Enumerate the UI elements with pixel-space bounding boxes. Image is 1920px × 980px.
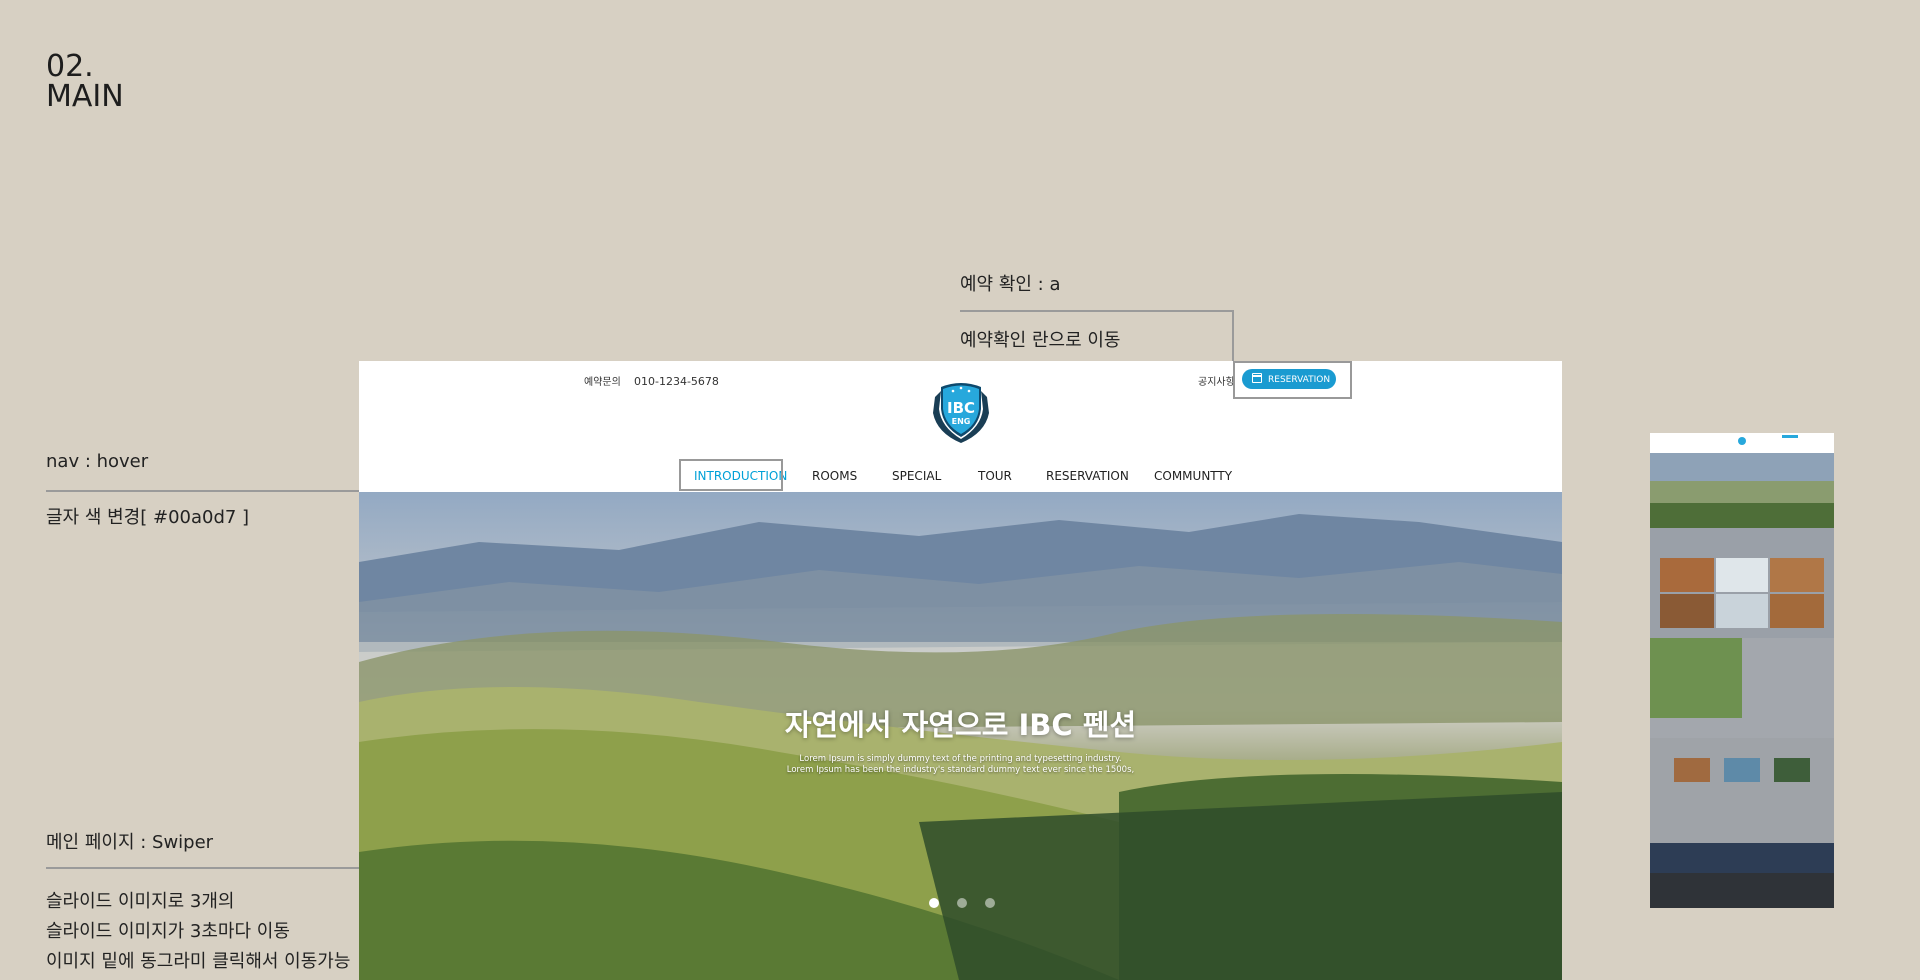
- swiper-note-title: 메인 페이지 : Swiper: [46, 832, 214, 853]
- notice-link[interactable]: 공지사항: [1198, 373, 1235, 388]
- nav-hover-note-desc: 글자 색 변경[ #00a0d7 ]: [46, 507, 250, 528]
- swiper-note-line-1: 슬라이드 이미지로 3개의: [46, 891, 235, 912]
- phone-number: 010-1234-5678: [634, 375, 719, 388]
- nav-item-rooms[interactable]: ROOMS: [812, 469, 857, 483]
- hero-slider[interactable]: 자연에서 자연으로 IBC 펜션 Lorem Ipsum is simply d…: [359, 492, 1562, 980]
- page-title: 02. MAIN: [46, 52, 124, 112]
- reservation-note-connector: [1232, 310, 1234, 362]
- full-page-thumbnail: [1650, 433, 1834, 908]
- slider-pagination: [929, 898, 999, 910]
- nav-item-special[interactable]: SPECIAL: [892, 469, 941, 483]
- site-mockup: 예약문의 010-1234-5678 공지사항 RESERVATION IBC …: [359, 361, 1562, 980]
- slide-dot-1[interactable]: [929, 898, 939, 908]
- hero-title: 자연에서 자연으로 IBC 펜션: [784, 708, 1137, 742]
- nav-item-reservation[interactable]: RESERVATION: [1046, 469, 1129, 483]
- slide-dot-3[interactable]: [985, 898, 995, 908]
- page-number: 02.: [46, 49, 94, 84]
- slide-dot-2[interactable]: [957, 898, 967, 908]
- reservation-note-divider: [960, 310, 1234, 312]
- logo-main-text: IBC: [947, 399, 975, 417]
- nav-hover-highlight: [679, 459, 783, 491]
- main-nav: INTRODUCTION ROOMS SPECIAL TOUR RESERVAT…: [359, 469, 1562, 493]
- hero-subtitle-line-2: Lorem Ipsum has been the industry's stan…: [786, 765, 1135, 775]
- ibc-logo[interactable]: IBC ENG: [929, 379, 993, 443]
- hero-subtitle-line-1: Lorem Ipsum is simply dummy text of the …: [799, 754, 1122, 764]
- reservation-note-desc: 예약확인 란으로 이동: [960, 330, 1121, 351]
- reservation-note-title: 예약 확인 : a: [960, 274, 1061, 295]
- topbar-contact: 예약문의 010-1234-5678: [584, 373, 719, 388]
- nav-item-community[interactable]: COMMUNTTY: [1154, 469, 1232, 483]
- reservation-highlight: [1233, 361, 1352, 399]
- thumbnail-image: [1650, 433, 1834, 908]
- swiper-note-line-3: 이미지 밑에 동그라미 클릭해서 이동가능: [46, 951, 351, 972]
- logo-sub-text: ENG: [952, 417, 971, 426]
- page-name: MAIN: [46, 79, 124, 114]
- nav-item-tour[interactable]: TOUR: [978, 469, 1012, 483]
- swiper-note-line-2: 슬라이드 이미지가 3초마다 이동: [46, 921, 290, 942]
- inquiry-label: 예약문의: [584, 377, 621, 388]
- nav-hover-note-title: nav : hover: [46, 451, 149, 472]
